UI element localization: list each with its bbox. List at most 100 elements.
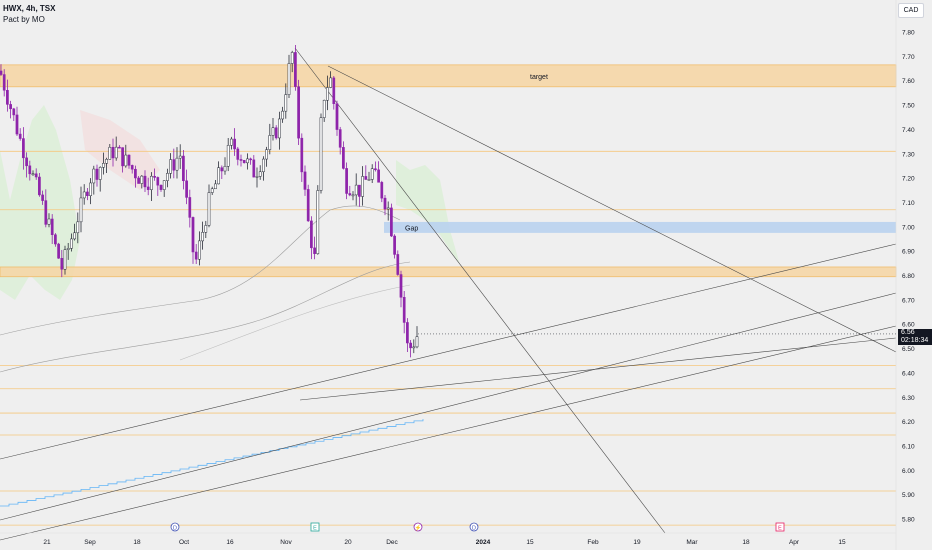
time-axis-tick-label: 18 <box>742 539 750 546</box>
trend-line[interactable] <box>299 337 897 401</box>
candle-body <box>12 108 16 116</box>
gap-zone[interactable] <box>384 221 896 233</box>
price-axis-tick-label: 7.30 <box>902 151 915 158</box>
currency-badge[interactable]: CAD <box>898 3 924 18</box>
event-marker-label: E <box>313 526 317 532</box>
trend-line[interactable] <box>294 47 666 534</box>
price-axis-tick-label: 6.00 <box>902 468 915 475</box>
chart-area[interactable]: target Gap 7.80 7.70 7.60 7.50 7.40 7.30 7.20 7.1… <box>0 0 932 550</box>
candle-body <box>345 168 348 194</box>
candle-body <box>34 173 38 178</box>
candle-body <box>121 147 124 167</box>
candle-body <box>198 240 201 260</box>
candle-body <box>79 197 83 223</box>
candle-body <box>47 218 51 225</box>
candle-body <box>153 175 156 178</box>
candle-body <box>191 217 195 253</box>
candle-body <box>118 146 121 149</box>
candle-body <box>172 159 176 171</box>
candle-body <box>166 173 169 181</box>
price-axis-tick-label: 7.50 <box>902 103 915 110</box>
step-indicator-line <box>0 419 424 507</box>
candle-body <box>310 220 313 249</box>
candle-body <box>380 182 384 199</box>
indicator-label[interactable]: Pact by MO <box>3 15 45 24</box>
candle-body <box>38 176 41 196</box>
resistance-zone[interactable] <box>0 266 897 278</box>
trend-line[interactable] <box>0 325 897 541</box>
candle-body <box>342 147 345 169</box>
time-axis-tick-label: 16 <box>226 539 234 546</box>
candle-body <box>134 168 137 179</box>
candle-body <box>390 207 393 237</box>
candle-body <box>284 94 288 112</box>
candle-body <box>194 251 198 260</box>
candle-body <box>415 336 419 348</box>
candle-body <box>44 200 48 225</box>
event-marker-label: ⚡ <box>415 525 422 532</box>
candle-body <box>143 175 147 188</box>
candle-body <box>169 159 172 174</box>
candle-body <box>140 175 144 184</box>
candle-body <box>303 171 307 190</box>
price-axis-tick-label: 7.20 <box>902 176 915 183</box>
price-axis-tick-label: 6.70 <box>902 297 915 304</box>
candle-body <box>258 171 262 177</box>
candle-body <box>150 175 153 190</box>
candle-body <box>313 247 316 254</box>
candle-body <box>370 168 374 180</box>
candle-body <box>246 158 249 164</box>
candle-body <box>335 103 339 130</box>
candle-body <box>70 238 73 249</box>
candle-body <box>82 191 86 199</box>
target-label: target <box>530 74 548 81</box>
last-price-badge: 6.56 02:18:34 <box>898 329 932 345</box>
candle-body <box>127 154 131 166</box>
candle-body <box>217 167 220 185</box>
gap-label: Gap <box>405 225 418 232</box>
time-axis-tick-label: 15 <box>526 539 534 546</box>
candle-body <box>102 163 105 168</box>
candle-body <box>226 145 230 167</box>
candle-body <box>406 322 409 344</box>
candle-body <box>281 110 284 120</box>
candle-body <box>50 218 54 235</box>
candle-body <box>98 167 102 180</box>
candle-body <box>60 257 64 270</box>
price-chart[interactable]: target Gap 7.80 7.70 7.60 7.50 7.40 7.30 7.20 7.1… <box>0 0 932 550</box>
candle-body <box>57 243 60 259</box>
candle-body <box>111 146 115 159</box>
candle-body <box>287 63 291 95</box>
candle-body <box>278 118 281 139</box>
candle-body <box>322 99 326 118</box>
candle-body <box>105 159 108 164</box>
candle-body <box>268 135 272 150</box>
candle-body <box>332 77 336 104</box>
time-axis-tick-label: 19 <box>633 539 641 546</box>
resistance-zone[interactable] <box>0 64 897 88</box>
candle-body <box>156 177 160 186</box>
candle-body <box>374 168 377 171</box>
price-axis-tick-label: 7.60 <box>902 78 915 85</box>
candle-body <box>233 138 236 150</box>
candle-body <box>66 248 70 250</box>
candle-body <box>0 70 3 75</box>
candle-body <box>396 254 400 275</box>
candle-body <box>358 184 361 197</box>
candle-body <box>319 117 323 191</box>
price-axis-tick-label: 5.90 <box>902 492 915 499</box>
trend-line[interactable] <box>0 292 897 521</box>
candle-body <box>329 77 332 88</box>
candle-body <box>274 127 278 139</box>
price-axis-tick-label: 6.90 <box>902 249 915 256</box>
candle-body <box>41 194 44 201</box>
candle-body <box>207 192 211 226</box>
candle-body <box>316 190 320 254</box>
candle-body <box>348 193 352 196</box>
candle-body <box>9 104 12 110</box>
price-axis-tick-label: 6.20 <box>902 419 915 426</box>
time-axis-tick-label: Sep <box>84 539 96 546</box>
candle-body <box>188 197 192 218</box>
symbol-title[interactable]: HWX, 4h, TSX <box>3 4 55 13</box>
candle-body <box>386 207 390 210</box>
